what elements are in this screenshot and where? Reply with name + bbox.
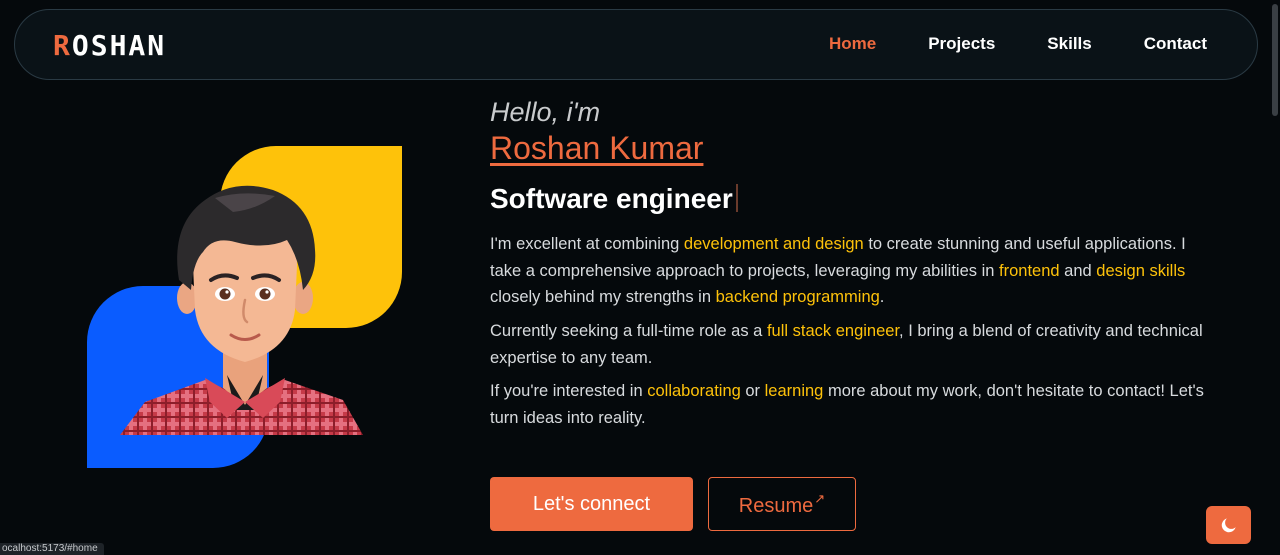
p1-highlight-3: design skills bbox=[1096, 261, 1186, 280]
nav-links: Home Projects Skills Contact bbox=[829, 34, 1207, 54]
nav-link-home[interactable]: Home bbox=[829, 34, 876, 54]
p1-highlight-1: development and design bbox=[683, 235, 864, 253]
moon-icon bbox=[1221, 518, 1236, 533]
avatar-portrait bbox=[120, 185, 363, 435]
scrollbar-thumb[interactable] bbox=[1272, 4, 1278, 116]
intro-paragraph-1: I'm excellent at combining development a… bbox=[490, 231, 1210, 311]
status-bar-url: ocalhost:5173/#home bbox=[0, 543, 104, 555]
p3-text-2: or bbox=[740, 382, 765, 400]
nav-link-projects[interactable]: Projects bbox=[928, 34, 995, 54]
intro-paragraph-3: If you're interested in collaborating or… bbox=[490, 378, 1210, 431]
lets-connect-button[interactable]: Let's connect bbox=[490, 477, 693, 531]
p1-text-5: . bbox=[879, 288, 885, 306]
hero-name: Roshan Kumar bbox=[490, 130, 704, 166]
nav-link-contact[interactable]: Contact bbox=[1144, 34, 1207, 54]
resume-button[interactable]: Resume↗ bbox=[708, 477, 856, 531]
role-text: Software engineer bbox=[490, 183, 733, 214]
logo-initial: R bbox=[53, 29, 72, 62]
p1-text-4: closely behind my strengths in bbox=[490, 288, 716, 306]
greeting: Hello, i'm bbox=[490, 97, 601, 127]
external-arrow-icon: ↗ bbox=[814, 490, 826, 506]
logo-rest: OSHAN bbox=[71, 29, 167, 62]
typing-cursor bbox=[735, 184, 738, 212]
p2-text-1: Currently seeking a full-time role as a bbox=[490, 322, 767, 340]
page: ROSHAN Home Projects Skills Contact Hell… bbox=[0, 0, 1280, 555]
intro-paragraph-2: Currently seeking a full-time role as a … bbox=[490, 318, 1210, 371]
navbar: ROSHAN Home Projects Skills Contact bbox=[14, 9, 1258, 80]
hero-role: Software engineer bbox=[490, 183, 738, 215]
p1-text-3: and bbox=[1059, 261, 1097, 280]
resume-label: Resume bbox=[738, 494, 814, 517]
logo[interactable]: ROSHAN bbox=[53, 32, 166, 60]
p1-highlight-2: frontend bbox=[999, 261, 1060, 280]
scrollbar[interactable] bbox=[1270, 0, 1280, 555]
p3-text-1: If you're interested in bbox=[490, 382, 648, 400]
p3-highlight-1: collaborating bbox=[647, 382, 741, 400]
theme-toggle-button[interactable] bbox=[1206, 506, 1251, 544]
p2-highlight-1: full stack engineer bbox=[766, 322, 900, 340]
p1-highlight-4: backend programming bbox=[715, 288, 880, 306]
hero-illustration bbox=[85, 145, 405, 470]
p3-highlight-2: learning bbox=[764, 382, 824, 400]
p1-text-1: I'm excellent at combining bbox=[490, 235, 684, 253]
nav-link-skills[interactable]: Skills bbox=[1047, 34, 1091, 54]
